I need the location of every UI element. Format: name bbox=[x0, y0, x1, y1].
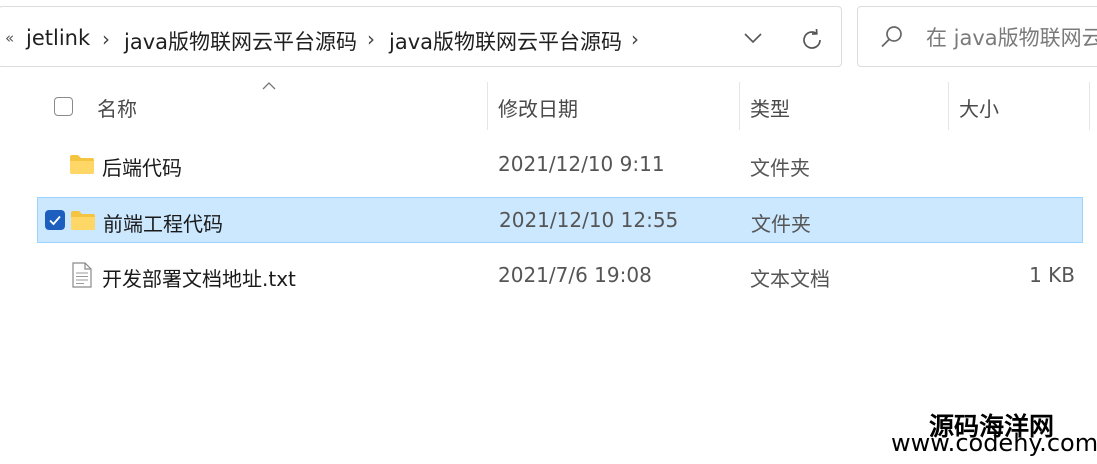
chevron-down-icon[interactable] bbox=[743, 31, 763, 45]
file-type: 文件夹 bbox=[751, 212, 811, 236]
address-bar[interactable]: « jetlink › java版物联网云平台源码 › java版物联网云平台源… bbox=[0, 6, 842, 67]
column-divider[interactable] bbox=[487, 82, 488, 130]
breadcrumb-separator[interactable]: › bbox=[367, 27, 375, 51]
refresh-icon[interactable] bbox=[799, 27, 825, 53]
breadcrumb-source-2[interactable]: java版物联网云平台源码 bbox=[389, 26, 622, 56]
column-header-date[interactable]: 修改日期 bbox=[498, 93, 578, 122]
breadcrumb-overflow-button[interactable]: « bbox=[5, 29, 14, 47]
file-row-deploy-doc[interactable]: 开发部署文档地址.txt 2021/7/6 19:08 文本文档 1 KB bbox=[37, 253, 1083, 299]
file-date: 2021/12/10 12:55 bbox=[499, 208, 679, 232]
checkmark-icon bbox=[49, 215, 61, 226]
file-name: 开发部署文档地址.txt bbox=[102, 267, 296, 291]
file-row-frontend[interactable]: 前端工程代码 2021/12/10 12:55 文件夹 bbox=[37, 197, 1083, 243]
file-name: 前端工程代码 bbox=[103, 212, 223, 236]
column-header-row: 名称 修改日期 类型 大小 bbox=[0, 82, 1097, 130]
search-icon bbox=[881, 26, 902, 48]
breadcrumb-separator[interactable]: › bbox=[102, 27, 110, 51]
file-type: 文本文档 bbox=[750, 267, 830, 291]
column-divider[interactable] bbox=[739, 82, 740, 130]
folder-icon bbox=[70, 155, 94, 174]
breadcrumb-source-1[interactable]: java版物联网云平台源码 bbox=[124, 26, 357, 56]
row-checkbox-checked[interactable] bbox=[45, 210, 65, 230]
column-divider[interactable] bbox=[948, 82, 949, 130]
column-header-size[interactable]: 大小 bbox=[959, 93, 999, 122]
search-box[interactable] bbox=[857, 6, 1097, 67]
column-divider[interactable] bbox=[1089, 82, 1090, 130]
sort-ascending-icon bbox=[262, 82, 276, 90]
file-date: 2021/7/6 19:08 bbox=[498, 263, 652, 287]
folder-icon bbox=[71, 211, 95, 230]
watermark-url: www.codehy.com bbox=[891, 429, 1097, 457]
search-input[interactable] bbox=[924, 22, 1097, 54]
file-size: 1 KB bbox=[1029, 263, 1075, 287]
file-type: 文件夹 bbox=[750, 156, 810, 180]
column-header-name[interactable]: 名称 bbox=[97, 93, 137, 122]
text-file-icon bbox=[72, 262, 92, 288]
file-name: 后端代码 bbox=[102, 156, 182, 180]
breadcrumb-jetlink[interactable]: jetlink bbox=[26, 26, 90, 50]
file-date: 2021/12/10 9:11 bbox=[498, 152, 665, 176]
file-row-backend[interactable]: 后端代码 2021/12/10 9:11 文件夹 bbox=[37, 142, 1083, 188]
select-all-checkbox[interactable] bbox=[54, 97, 73, 116]
breadcrumb-separator[interactable]: › bbox=[631, 27, 639, 51]
column-header-type[interactable]: 类型 bbox=[750, 93, 790, 122]
